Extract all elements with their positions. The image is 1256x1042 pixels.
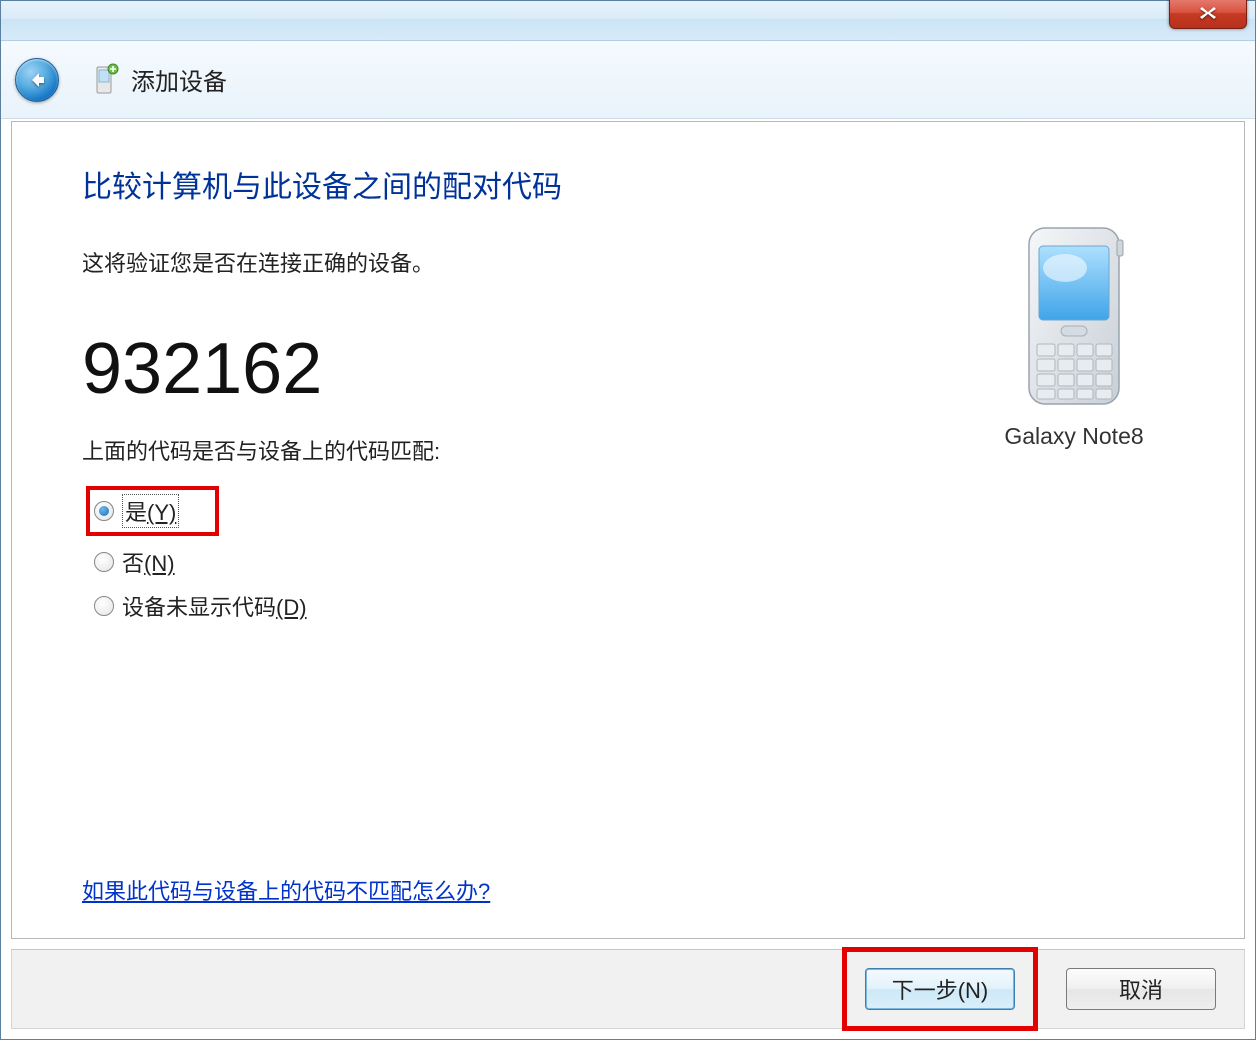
- radio-label-yes: 是(Y): [122, 494, 179, 528]
- cancel-button[interactable]: 取消: [1066, 968, 1216, 1010]
- nav-bar: 添加设备: [1, 41, 1255, 119]
- close-icon: [1198, 5, 1218, 21]
- next-button[interactable]: 下一步(N): [865, 968, 1015, 1010]
- radio-label-nocode: 设备未显示代码(D): [122, 590, 307, 622]
- add-device-icon: [91, 64, 119, 96]
- radio-group: 是(Y) 否(N) 设备未显示代码(D): [94, 486, 1184, 628]
- device-name: Galaxy Note8: [944, 423, 1204, 450]
- next-highlight: 下一步(N): [842, 947, 1038, 1031]
- radio-label-no: 否(N): [122, 546, 175, 578]
- back-arrow-icon: [26, 69, 48, 91]
- radio-icon: [94, 552, 114, 572]
- radio-option-no[interactable]: 否(N): [94, 540, 1184, 584]
- radio-icon: [94, 596, 114, 616]
- radio-option-yes[interactable]: 是(Y): [86, 486, 219, 536]
- titlebar: [1, 1, 1255, 41]
- phone-icon: [1009, 222, 1139, 412]
- device-panel: Galaxy Note8: [944, 222, 1204, 450]
- wizard-window: 添加设备 比较计算机与此设备之间的配对代码 这将验证您是否在连接正确的设备。 9…: [0, 0, 1256, 1040]
- wizard-title: 添加设备: [131, 62, 227, 97]
- button-bar: 下一步(N) 取消: [11, 949, 1245, 1029]
- radio-icon: [94, 501, 114, 521]
- close-button[interactable]: [1169, 0, 1247, 29]
- back-button[interactable]: [15, 58, 59, 102]
- content-area: 比较计算机与此设备之间的配对代码 这将验证您是否在连接正确的设备。 932162…: [11, 121, 1245, 939]
- radio-option-nocode[interactable]: 设备未显示代码(D): [94, 584, 1184, 628]
- help-link[interactable]: 如果此代码与设备上的代码不匹配怎么办?: [82, 874, 490, 906]
- page-heading: 比较计算机与此设备之间的配对代码: [82, 162, 1184, 206]
